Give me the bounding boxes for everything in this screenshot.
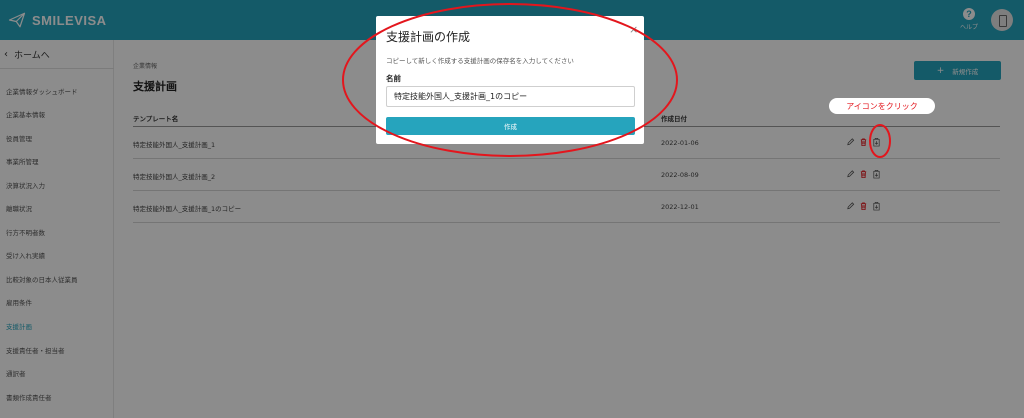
- create-support-plan-dialog: 支援計画の作成 × コピーして新しく作成する支援計画の保存名を入力してください …: [376, 16, 644, 144]
- create-button[interactable]: 作成: [386, 117, 635, 135]
- name-field[interactable]: [386, 86, 635, 107]
- close-icon[interactable]: ×: [629, 23, 638, 36]
- dialog-title: 支援計画の作成: [386, 30, 471, 44]
- dialog-description: コピーして新しく作成する支援計画の保存名を入力してください: [386, 57, 574, 65]
- annotation-callout: アイコンをクリック: [829, 98, 935, 114]
- name-field-label: 名前: [386, 74, 401, 83]
